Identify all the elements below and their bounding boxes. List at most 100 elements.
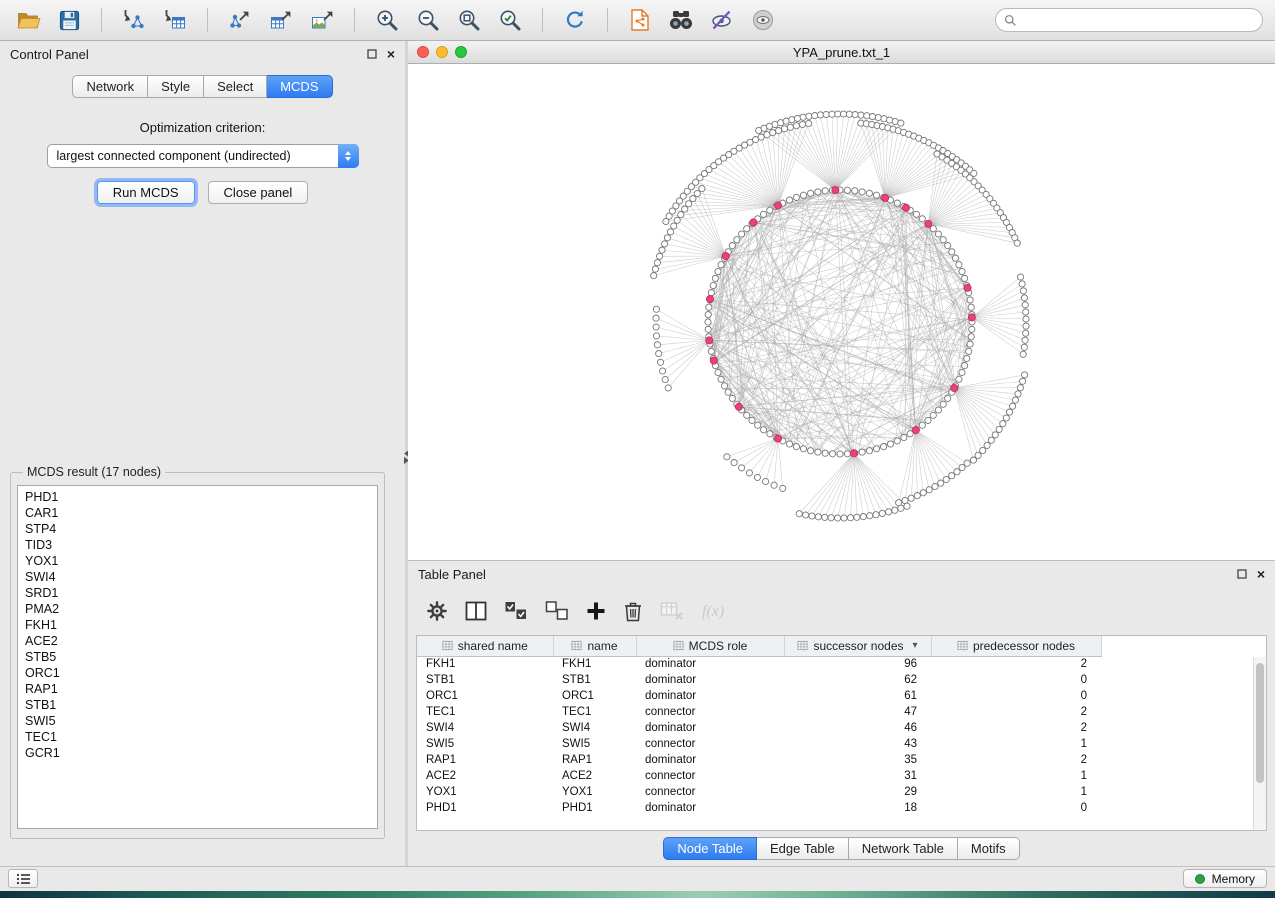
tab-style[interactable]: Style: [148, 75, 204, 98]
column-header-shared-name[interactable]: shared name: [417, 636, 553, 656]
cell-predecessors[interactable]: 0: [931, 672, 1101, 688]
preview-eye-button[interactable]: [747, 5, 779, 35]
cell-role[interactable]: dominator: [636, 672, 784, 688]
split-columns-button[interactable]: [465, 601, 487, 621]
cell-role[interactable]: connector: [636, 768, 784, 784]
cell-successors[interactable]: 35: [784, 752, 931, 768]
column-header-successor-nodes[interactable]: successor nodes▾: [784, 636, 931, 656]
status-list-button[interactable]: [8, 869, 38, 888]
cell-name[interactable]: YOX1: [553, 784, 636, 800]
cell-shared-name[interactable]: TEC1: [417, 704, 553, 720]
cell-predecessors[interactable]: 2: [931, 752, 1101, 768]
maximize-window-button[interactable]: [455, 46, 467, 58]
cell-name[interactable]: ACE2: [553, 768, 636, 784]
cell-name[interactable]: ORC1: [553, 688, 636, 704]
mcds-result-item[interactable]: TEC1: [25, 729, 377, 745]
cell-successors[interactable]: 62: [784, 672, 931, 688]
cell-name[interactable]: RAP1: [553, 752, 636, 768]
cell-role[interactable]: dominator: [636, 656, 784, 672]
import-network-button[interactable]: [118, 5, 150, 35]
cell-name[interactable]: TEC1: [553, 704, 636, 720]
table-tab-node-table[interactable]: Node Table: [663, 837, 757, 860]
cell-predecessors[interactable]: 1: [931, 768, 1101, 784]
mcds-result-item[interactable]: SRD1: [25, 585, 377, 601]
mcds-result-item[interactable]: PMA2: [25, 601, 377, 617]
mcds-result-item[interactable]: ACE2: [25, 633, 377, 649]
network-canvas[interactable]: [408, 64, 1275, 560]
open-folder-button[interactable]: [12, 5, 44, 35]
cell-role[interactable]: connector: [636, 784, 784, 800]
export-document-button[interactable]: [624, 5, 656, 35]
cell-name[interactable]: STB1: [553, 672, 636, 688]
mcds-result-item[interactable]: RAP1: [25, 681, 377, 697]
save-button[interactable]: [53, 5, 85, 35]
cell-predecessors[interactable]: 1: [931, 784, 1101, 800]
table-row[interactable]: ORC1ORC1dominator610: [417, 688, 1101, 704]
table-row[interactable]: STB1STB1dominator620: [417, 672, 1101, 688]
control-panel-close-icon[interactable]: ×: [387, 47, 395, 61]
table-tab-motifs[interactable]: Motifs: [958, 837, 1020, 860]
mcds-result-item[interactable]: CAR1: [25, 505, 377, 521]
export-network-button[interactable]: [224, 5, 256, 35]
table-panel-float-icon[interactable]: [1237, 569, 1247, 579]
mcds-result-item[interactable]: TID3: [25, 537, 377, 553]
zoom-selected-button[interactable]: [494, 5, 526, 35]
cell-name[interactable]: SWI4: [553, 720, 636, 736]
export-table-button[interactable]: [265, 5, 297, 35]
cell-shared-name[interactable]: ORC1: [417, 688, 553, 704]
cell-successors[interactable]: 61: [784, 688, 931, 704]
minimize-window-button[interactable]: [436, 46, 448, 58]
add-row-button[interactable]: [586, 601, 606, 621]
cell-name[interactable]: PHD1: [553, 800, 636, 816]
refresh-button[interactable]: [559, 5, 591, 35]
mcds-result-item[interactable]: FKH1: [25, 617, 377, 633]
table-row[interactable]: SWI4SWI4dominator462: [417, 720, 1101, 736]
cell-role[interactable]: dominator: [636, 720, 784, 736]
cell-name[interactable]: FKH1: [553, 656, 636, 672]
cell-role[interactable]: connector: [636, 736, 784, 752]
cell-name[interactable]: SWI5: [553, 736, 636, 752]
zoom-fit-button[interactable]: [453, 5, 485, 35]
cell-shared-name[interactable]: SWI5: [417, 736, 553, 752]
cell-role[interactable]: dominator: [636, 752, 784, 768]
table-scrollbar[interactable]: [1253, 657, 1266, 830]
run-mcds-button[interactable]: Run MCDS: [97, 181, 195, 204]
cell-shared-name[interactable]: FKH1: [417, 656, 553, 672]
cell-shared-name[interactable]: PHD1: [417, 800, 553, 816]
mcds-result-item[interactable]: STB1: [25, 697, 377, 713]
sort-dropdown-icon[interactable]: ▾: [913, 640, 918, 651]
zoom-in-button[interactable]: [371, 5, 403, 35]
tab-network[interactable]: Network: [72, 75, 148, 98]
cell-predecessors[interactable]: 2: [931, 656, 1101, 672]
select-all-button[interactable]: [504, 600, 528, 622]
memory-button[interactable]: Memory: [1183, 869, 1267, 888]
table-row[interactable]: RAP1RAP1dominator352: [417, 752, 1101, 768]
tab-mcds[interactable]: MCDS: [267, 75, 332, 98]
search-box[interactable]: [995, 8, 1263, 32]
mcds-result-item[interactable]: SWI4: [25, 569, 377, 585]
cell-predecessors[interactable]: 2: [931, 704, 1101, 720]
table-row[interactable]: YOX1YOX1connector291: [417, 784, 1101, 800]
cell-shared-name[interactable]: ACE2: [417, 768, 553, 784]
export-image-button[interactable]: [306, 5, 338, 35]
table-tab-network-table[interactable]: Network Table: [849, 837, 958, 860]
cell-shared-name[interactable]: RAP1: [417, 752, 553, 768]
cell-successors[interactable]: 31: [784, 768, 931, 784]
column-header-MCDS-role[interactable]: MCDS role: [636, 636, 784, 656]
cell-shared-name[interactable]: YOX1: [417, 784, 553, 800]
mcds-result-item[interactable]: STB5: [25, 649, 377, 665]
tab-select[interactable]: Select: [204, 75, 267, 98]
table-row[interactable]: PHD1PHD1dominator180: [417, 800, 1101, 816]
table-row[interactable]: TEC1TEC1connector472: [417, 704, 1101, 720]
cell-shared-name[interactable]: STB1: [417, 672, 553, 688]
table-row[interactable]: ACE2ACE2connector311: [417, 768, 1101, 784]
cell-predecessors[interactable]: 1: [931, 736, 1101, 752]
cell-successors[interactable]: 47: [784, 704, 931, 720]
delete-row-button[interactable]: [623, 600, 643, 622]
cell-successors[interactable]: 29: [784, 784, 931, 800]
close-window-button[interactable]: [417, 46, 429, 58]
table-panel-close-icon[interactable]: ×: [1257, 567, 1265, 581]
mcds-result-item[interactable]: PHD1: [25, 489, 377, 505]
cell-successors[interactable]: 96: [784, 656, 931, 672]
cell-role[interactable]: dominator: [636, 688, 784, 704]
